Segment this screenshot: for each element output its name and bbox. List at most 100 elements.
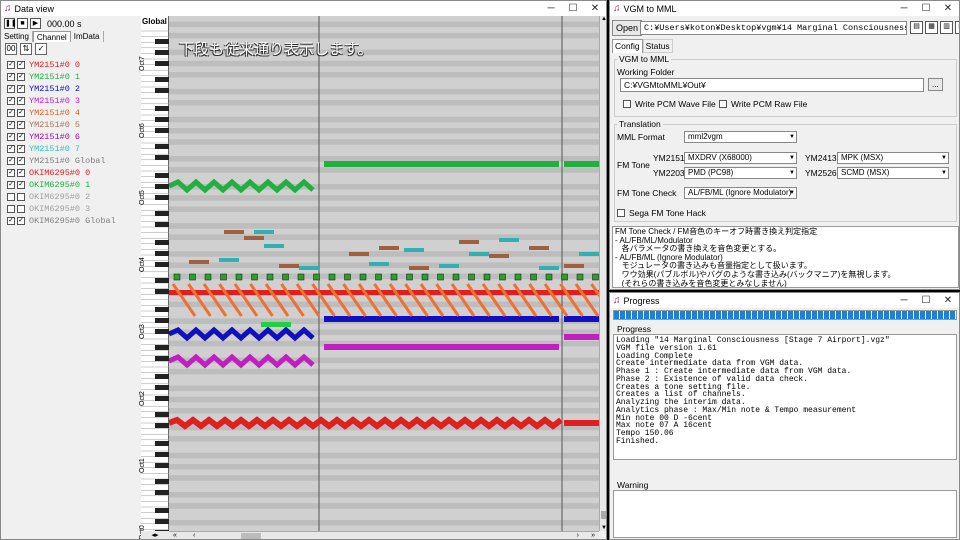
channel-visible-checkbox[interactable] <box>7 193 15 201</box>
channel-row[interactable]: ✓ ✓ OKIM6295#0 Global <box>7 215 139 227</box>
ym2526-select[interactable]: SCMD (MSX) ▼ <box>837 167 949 179</box>
vertical-scrollbar[interactable]: ▲ ▼ <box>599 16 606 531</box>
global-label: Global <box>142 17 167 26</box>
channel-row[interactable]: ✓ ✓ OKIM6295#0 0 <box>7 167 139 179</box>
channel-row[interactable]: ✓ ✓ YM2151#0 2 <box>7 83 139 95</box>
channel-enable-checkbox[interactable]: ✓ <box>17 61 25 69</box>
channel-enable-checkbox[interactable]: ✓ <box>17 85 25 93</box>
open-button[interactable]: Open <box>612 20 643 36</box>
description-memo[interactable]: FM Tone Check / FM音色のキーオフ時書き換え判定指定 - AL/F… <box>612 226 959 288</box>
black-key <box>155 463 169 468</box>
channel-row[interactable]: ✓ ✓ YM2151#0 5 <box>7 119 139 131</box>
channel-row[interactable]: ✓ ✓ YM2151#0 6 <box>7 131 139 143</box>
maximize-button[interactable]: ☐ <box>915 1 937 16</box>
channel-enable-checkbox[interactable]: ✓ <box>17 145 25 153</box>
scroll-up-icon[interactable]: ▲ <box>600 16 606 22</box>
channel-visible-checkbox[interactable]: ✓ <box>7 97 15 105</box>
channel-visible-checkbox[interactable]: ✓ <box>7 145 15 153</box>
horizontal-scroll-thumb[interactable] <box>241 533 261 539</box>
channel-enable-checkbox[interactable] <box>17 193 25 201</box>
grid-view-icon[interactable]: ▦ <box>925 21 938 34</box>
list-view-icon[interactable]: ▤ <box>910 21 923 34</box>
channel-enable-checkbox[interactable]: ✓ <box>17 73 25 81</box>
sort-icon[interactable]: ⇅ <box>20 43 32 55</box>
tab-channel[interactable]: Channel <box>32 31 71 42</box>
channel-enable-checkbox[interactable]: ✓ <box>17 109 25 117</box>
channel-row[interactable]: ✓ ✓ OKIM6295#0 1 <box>7 179 139 191</box>
black-key <box>155 318 169 323</box>
channel-enable-checkbox[interactable]: ✓ <box>17 121 25 129</box>
fm-tone-check-select[interactable]: AL/FB/ML (Ignore Modulator) ▼ <box>684 187 797 199</box>
channel-visible-checkbox[interactable]: ✓ <box>7 181 15 189</box>
close-button[interactable]: ✕ <box>937 1 959 16</box>
channel-visible-checkbox[interactable]: ✓ <box>7 85 15 93</box>
note-lane <box>169 391 599 397</box>
write-pcm-raw-checkbox[interactable] <box>719 100 727 108</box>
maximize-button[interactable]: ☐ <box>915 293 937 308</box>
channel-enable-checkbox[interactable]: ✓ <box>17 217 25 225</box>
piano-roll[interactable]: 下段も従来通り表示します。 <box>169 16 599 531</box>
channel-visible-checkbox[interactable]: ✓ <box>7 109 15 117</box>
panel-view-icon[interactable]: ▣ <box>955 21 959 34</box>
channel-visible-checkbox[interactable]: ✓ <box>7 217 15 225</box>
stop-button[interactable]: ■ <box>17 18 28 29</box>
channel-row[interactable]: OKIM6295#0 3 <box>7 203 139 215</box>
channel-enable-checkbox[interactable]: ✓ <box>17 181 25 189</box>
channel-row[interactable]: ✓ ✓ YM2151#0 Global <box>7 155 139 167</box>
tab-setting[interactable]: Setting <box>1 31 33 42</box>
minimize-button[interactable]: ─ <box>893 293 915 308</box>
tab-config[interactable]: Config <box>612 39 643 53</box>
channel-visible-checkbox[interactable]: ✓ <box>7 121 15 129</box>
ym2203-select[interactable]: PMD (PC98) ▼ <box>684 167 797 179</box>
channel-row[interactable]: ✓ ✓ YM2151#0 7 <box>7 143 139 155</box>
minimize-button[interactable]: ─ <box>540 1 562 16</box>
ym2151-select[interactable]: MXDRV (X68000) ▼ <box>684 152 797 164</box>
check-all-icon[interactable]: ✓ <box>35 43 47 55</box>
progress-log[interactable]: Loading "14 Marginal Consciousness [Stag… <box>613 334 957 460</box>
scroll-down-icon[interactable]: ▼ <box>600 525 606 531</box>
channel-visible-checkbox[interactable]: ✓ <box>7 157 15 165</box>
close-button[interactable]: ✕ <box>584 1 606 16</box>
channel-enable-checkbox[interactable]: ✓ <box>17 169 25 177</box>
channel-row[interactable]: OKIM6295#0 2 <box>7 191 139 203</box>
scroll-right-icon[interactable]: › <box>577 532 579 539</box>
working-folder-field[interactable]: C:¥VGMtoMML¥Out¥ <box>620 78 924 92</box>
pause-button[interactable]: ❚❚ <box>4 18 17 29</box>
channel-row[interactable]: ✓ ✓ YM2151#0 1 <box>7 71 139 83</box>
note-marker <box>344 273 351 281</box>
channel-visible-checkbox[interactable]: ✓ <box>7 169 15 177</box>
channel-visible-checkbox[interactable]: ✓ <box>7 133 15 141</box>
warning-box[interactable] <box>613 490 957 538</box>
minimize-button[interactable]: ─ <box>893 1 915 16</box>
note-marker <box>204 273 212 281</box>
file-path-field[interactable]: C:¥Users¥koton¥Desktop¥vgm¥14 Marginal C… <box>640 21 907 35</box>
tab-status[interactable]: Status <box>642 39 673 53</box>
sega-fm-hack-checkbox[interactable] <box>617 209 625 217</box>
vertical-scroll-thumb[interactable] <box>601 511 606 519</box>
scroll-first-icon[interactable]: « <box>173 532 177 539</box>
channel-row[interactable]: ✓ ✓ YM2151#0 3 <box>7 95 139 107</box>
scroll-left-icon[interactable]: ‹ <box>193 532 195 539</box>
channel-enable-checkbox[interactable]: ✓ <box>17 97 25 105</box>
channel-enable-checkbox[interactable]: ✓ <box>17 133 25 141</box>
detail-view-icon[interactable]: ▥ <box>940 21 953 34</box>
toggle-all-icon[interactable]: 00 <box>5 43 17 55</box>
scroll-last-icon[interactable]: » <box>591 532 595 539</box>
channel-enable-checkbox[interactable]: ✓ <box>17 157 25 165</box>
browse-button[interactable]: ... <box>928 78 943 91</box>
play-button[interactable]: ▶ <box>30 18 41 29</box>
channel-enable-checkbox[interactable] <box>17 205 25 213</box>
channel-row[interactable]: ✓ ✓ YM2151#0 0 <box>7 59 139 71</box>
channel-visible-checkbox[interactable]: ✓ <box>7 61 15 69</box>
tab-imdata[interactable]: ImData <box>71 31 104 42</box>
maximize-button[interactable]: ☐ <box>562 1 584 16</box>
close-button[interactable]: ✕ <box>937 293 959 308</box>
channel-visible-checkbox[interactable] <box>7 205 15 213</box>
mml-format-select[interactable]: mml2vgm ▼ <box>684 131 797 143</box>
horizontal-scrollbar[interactable]: « ‹ › » <box>169 531 599 539</box>
channel-visible-checkbox[interactable]: ✓ <box>7 73 15 81</box>
write-pcm-wave-checkbox[interactable] <box>623 100 631 108</box>
piano-scroll-icon[interactable]: ◂▸ <box>141 531 169 539</box>
channel-row[interactable]: ✓ ✓ YM2151#0 4 <box>7 107 139 119</box>
ym2413-select[interactable]: MPK (MSX) ▼ <box>837 152 949 164</box>
